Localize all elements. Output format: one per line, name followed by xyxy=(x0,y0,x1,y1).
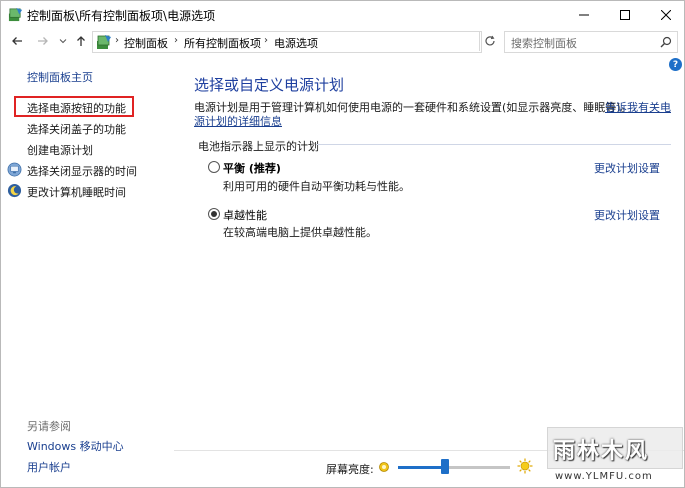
plan-ultimate-change-settings-link[interactable]: 更改计划设置 xyxy=(594,207,660,223)
refresh-button[interactable] xyxy=(479,31,499,51)
plan-balanced-change-settings-link[interactable]: 更改计划设置 xyxy=(594,160,660,176)
sun-dim-icon xyxy=(379,462,389,472)
arrow-right-icon xyxy=(38,37,48,45)
sidebar-item-display-off[interactable]: 选择关闭显示器的时间 xyxy=(27,163,137,179)
up-button[interactable] xyxy=(72,32,90,50)
see-also-heading: 另请参阅 xyxy=(27,420,71,433)
arrow-left-icon xyxy=(12,37,22,45)
recent-locations-button[interactable] xyxy=(54,32,72,50)
control-panel-window: 控制面板\所有控制面板项\电源选项 › 控制面板 › 所有控制面板项 › 电源选… xyxy=(0,0,685,488)
search-placeholder: 搜索控制面板 xyxy=(511,37,577,50)
plan-balanced-description: 利用可用的硬件自动平衡功耗与性能。 xyxy=(223,180,410,193)
forward-button[interactable] xyxy=(34,32,52,50)
chevron-right-icon: › xyxy=(264,35,268,46)
section-divider xyxy=(316,144,671,145)
control-panel-icon xyxy=(97,35,111,49)
page-title: 选择或自定义电源计划 xyxy=(194,76,345,94)
navigation-bar: › 控制面板 › 所有控制面板项 › 电源选项 搜索控制面板 xyxy=(1,28,684,56)
monitor-icon xyxy=(7,162,22,177)
chevron-down-icon xyxy=(59,39,67,44)
search-input[interactable]: 搜索控制面板 xyxy=(504,31,678,53)
search-icon xyxy=(660,36,672,48)
control-panel-home-link[interactable]: 控制面板主页 xyxy=(27,69,93,85)
learn-more-link-continued[interactable]: 源计划的详细信息 xyxy=(194,113,282,129)
minimize-icon xyxy=(579,14,589,15)
brightness-slider-thumb[interactable] xyxy=(441,459,450,474)
chevron-right-icon: › xyxy=(174,35,178,46)
close-button[interactable] xyxy=(649,1,683,28)
chevron-right-icon: › xyxy=(115,35,119,46)
address-bar[interactable]: › 控制面板 › 所有控制面板项 › 电源选项 xyxy=(92,31,566,53)
maximize-button[interactable] xyxy=(608,1,642,28)
plan-ultimate-name[interactable]: 卓越性能 xyxy=(223,207,267,223)
site-watermark: 雨林木风 www.YLMFU.com xyxy=(547,423,683,487)
title-bar: 控制面板\所有控制面板项\电源选项 xyxy=(1,1,684,28)
minimize-button[interactable] xyxy=(567,1,601,28)
plan-balanced-radio[interactable] xyxy=(208,161,220,173)
plan-balanced-title: 平衡 xyxy=(223,162,245,175)
breadcrumb-control-panel[interactable]: 控制面板 xyxy=(124,35,168,51)
sun-bright-icon xyxy=(517,458,533,474)
sidebar-item-lid-close[interactable]: 选择关闭盖子的功能 xyxy=(27,121,126,137)
brightness-slider-track[interactable] xyxy=(398,466,510,469)
plan-ultimate-radio[interactable] xyxy=(208,208,220,220)
refresh-icon xyxy=(484,35,495,46)
section-heading: 电池指示器上显示的计划 xyxy=(198,140,319,153)
user-accounts-link[interactable]: 用户帐户 xyxy=(27,459,71,475)
control-panel-icon xyxy=(8,7,23,22)
plan-balanced-name[interactable]: 平衡 (推荐) xyxy=(223,160,281,176)
plan-balanced-recommended: (推荐) xyxy=(245,162,281,175)
sidebar-item-create-plan[interactable]: 创建电源计划 xyxy=(27,142,93,158)
sidebar-item-power-button[interactable]: 选择电源按钮的功能 xyxy=(27,100,126,116)
maximize-icon xyxy=(620,9,630,20)
plan-ultimate-description: 在较高端电脑上提供卓越性能。 xyxy=(223,226,377,239)
watermark-url: www.YLMFU.com xyxy=(555,471,653,482)
left-pane: 控制面板主页 选择电源按钮的功能 选择关闭盖子的功能 创建电源计划 选择关闭显示… xyxy=(1,56,174,487)
arrow-up-icon xyxy=(77,36,85,46)
watermark-logo-text: 雨林木风 xyxy=(553,439,650,464)
breadcrumb-power-options[interactable]: 电源选项 xyxy=(274,35,318,51)
learn-more-link[interactable]: 告诉我有关电 xyxy=(605,99,671,115)
window-title: 控制面板\所有控制面板项\电源选项 xyxy=(27,9,216,23)
brightness-label: 屏幕亮度: xyxy=(326,463,374,476)
windows-mobility-center-link[interactable]: Windows 移动中心 xyxy=(27,438,124,454)
brightness-slider-fill xyxy=(398,466,446,469)
back-button[interactable] xyxy=(8,32,26,50)
close-icon xyxy=(661,9,671,20)
breadcrumb-all-items[interactable]: 所有控制面板项 xyxy=(184,35,261,51)
moon-icon xyxy=(7,183,22,198)
sidebar-item-sleep-time[interactable]: 更改计算机睡眠时间 xyxy=(27,184,126,200)
help-button[interactable]: ? xyxy=(669,58,682,71)
